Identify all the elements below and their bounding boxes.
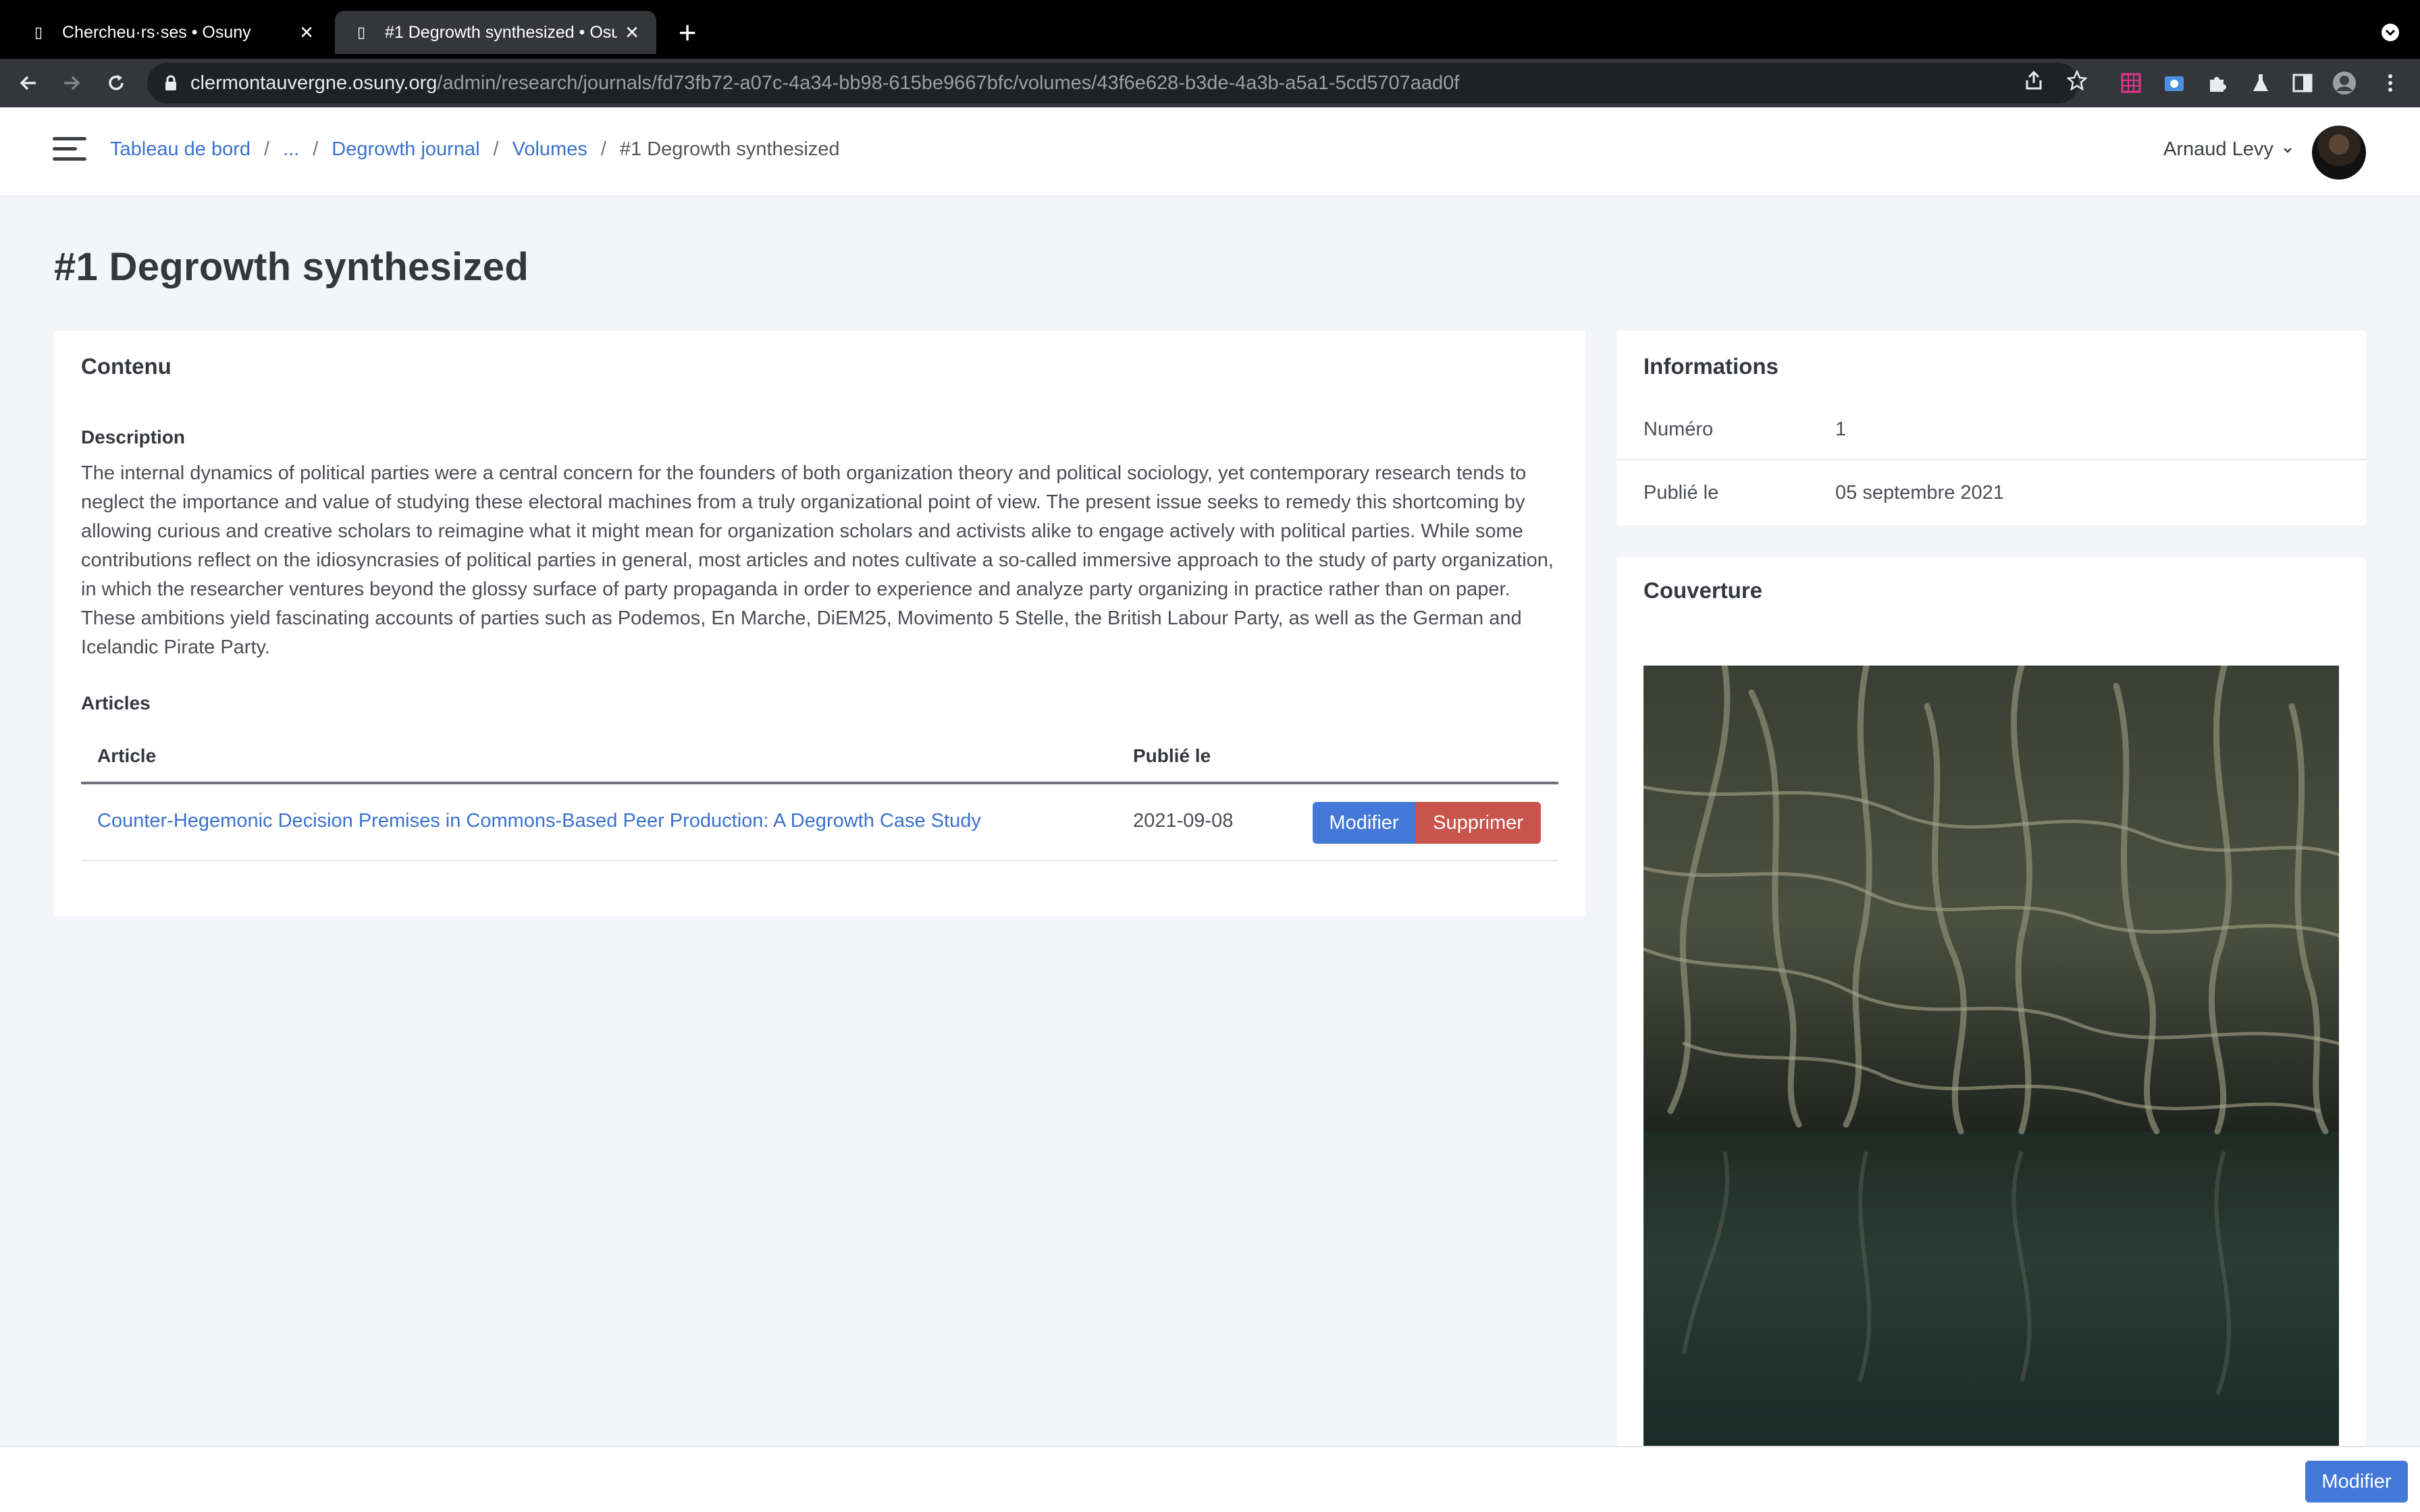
published-label: Publié le — [1643, 482, 1719, 504]
osuny-favicon-icon: ▯ — [357, 24, 366, 40]
extension-screenshot-icon[interactable] — [2162, 71, 2186, 95]
breadcrumb-separator: / — [493, 138, 499, 160]
table-row: Counter-Hegemonic Decision Premises in C… — [81, 784, 1558, 861]
breadcrumb-separator: / — [600, 138, 606, 160]
back-icon[interactable] — [12, 67, 45, 99]
description-text: The internal dynamics of political parti… — [81, 462, 1554, 658]
table-header: Article Publié le — [81, 728, 1558, 784]
user-menu[interactable]: Arnaud Levy — [2163, 138, 2294, 161]
browser-menu-icon[interactable] — [2378, 71, 2402, 95]
articles-table: Article Publié le Counter-Hegemonic Deci… — [81, 728, 1558, 861]
side-panel-icon[interactable] — [2290, 71, 2315, 95]
published-value: 05 septembre 2021 — [1835, 482, 2004, 504]
breadcrumb: Tableau de bord / ... / Degrowth journal… — [110, 138, 840, 161]
breadcrumb-journal-link[interactable]: Degrowth journal — [332, 138, 479, 161]
informations-card-title: Informations — [1643, 354, 1779, 379]
number-label: Numéro — [1643, 418, 1714, 440]
breadcrumb-separator: / — [264, 138, 270, 160]
url-text: clermontauvergne.osuny.org/admin/researc… — [190, 72, 1459, 94]
app-header: Tableau de bord / ... / Degrowth journal… — [0, 107, 2420, 195]
forward-icon[interactable] — [55, 67, 88, 99]
address-bar[interactable]: clermontauvergne.osuny.org/admin/researc… — [147, 63, 2078, 103]
close-tab-icon[interactable]: × — [292, 18, 321, 47]
number-value: 1 — [1835, 418, 1847, 440]
profile-avatar-icon[interactable] — [2332, 71, 2357, 95]
column-header-article: Article — [97, 745, 157, 766]
cover-card: Couverture — [1616, 558, 2366, 1512]
osuny-favicon-icon: ▯ — [34, 24, 43, 40]
breadcrumb-ellipsis-link[interactable]: ... — [283, 138, 299, 161]
avatar[interactable] — [2312, 126, 2366, 180]
chevron-down-icon — [2283, 147, 2292, 153]
url-host: clermontauvergne.osuny.org — [190, 72, 438, 94]
close-tab-icon[interactable]: × — [617, 18, 647, 47]
extensions-puzzle-icon[interactable] — [2205, 71, 2230, 95]
cover-image — [1643, 666, 2339, 1449]
lock-icon — [163, 74, 178, 92]
informations-card: Informations Numéro 1 Publié le 05 septe… — [1616, 331, 2366, 525]
tab-search-icon[interactable] — [2377, 19, 2404, 46]
column-header-published: Publié le — [1133, 745, 1211, 766]
bookmark-star-icon[interactable] — [2065, 68, 2089, 92]
edit-volume-button[interactable]: Modifier — [2305, 1461, 2408, 1503]
delete-article-button[interactable]: Supprimer — [1415, 802, 1541, 844]
content-card-title: Contenu — [81, 354, 172, 379]
labs-flask-icon[interactable] — [2248, 71, 2273, 95]
content-card: Contenu Description The internal dynamic… — [54, 331, 1585, 917]
menu-toggle-icon[interactable] — [53, 137, 88, 165]
browser-tab-researchers[interactable]: ▯ Chercheu·rs·ses • Osuny × — [12, 11, 331, 54]
new-tab-icon[interactable]: + — [670, 15, 705, 50]
info-row-number: Numéro 1 — [1616, 398, 2366, 460]
sticky-footer-bar: Modifier — [0, 1446, 2420, 1512]
browser-tab-volume[interactable]: ▯ #1 Degrowth synthesized • Osuny × — [335, 11, 656, 54]
user-name: Arnaud Levy — [2163, 138, 2273, 160]
browser-toolbar: clermontauvergne.osuny.org/admin/researc… — [0, 59, 2420, 107]
breadcrumb-current: #1 Degrowth synthesized — [619, 138, 840, 160]
articles-label: Articles — [81, 693, 151, 713]
info-row-published: Publié le 05 septembre 2021 — [1616, 462, 2366, 524]
page-title: #1 Degrowth synthesized — [54, 245, 529, 289]
url-path: /admin/research/journals/fd73fb72-a07c-4… — [437, 72, 1460, 94]
cover-card-title: Couverture — [1643, 578, 1763, 603]
share-icon[interactable] — [2022, 68, 2046, 92]
tab-title: #1 Degrowth synthesized • Osuny — [385, 22, 617, 42]
browser-tab-bar: ▯ Chercheu·rs·ses • Osuny × ▯ #1 Degrowt… — [0, 0, 2420, 59]
article-link[interactable]: Counter-Hegemonic Decision Premises in C… — [97, 810, 981, 832]
breadcrumb-dashboard-link[interactable]: Tableau de bord — [110, 138, 251, 161]
edit-article-button[interactable]: Modifier — [1313, 802, 1415, 844]
extension-grid-icon[interactable] — [2119, 71, 2143, 95]
reload-icon[interactable] — [100, 67, 132, 99]
breadcrumb-separator: / — [313, 138, 319, 160]
tab-title: Chercheu·rs·ses • Osuny — [62, 22, 251, 42]
breadcrumb-volumes-link[interactable]: Volumes — [512, 138, 587, 161]
article-published-date: 2021-09-08 — [1133, 810, 1234, 832]
description-label: Description — [81, 427, 186, 448]
